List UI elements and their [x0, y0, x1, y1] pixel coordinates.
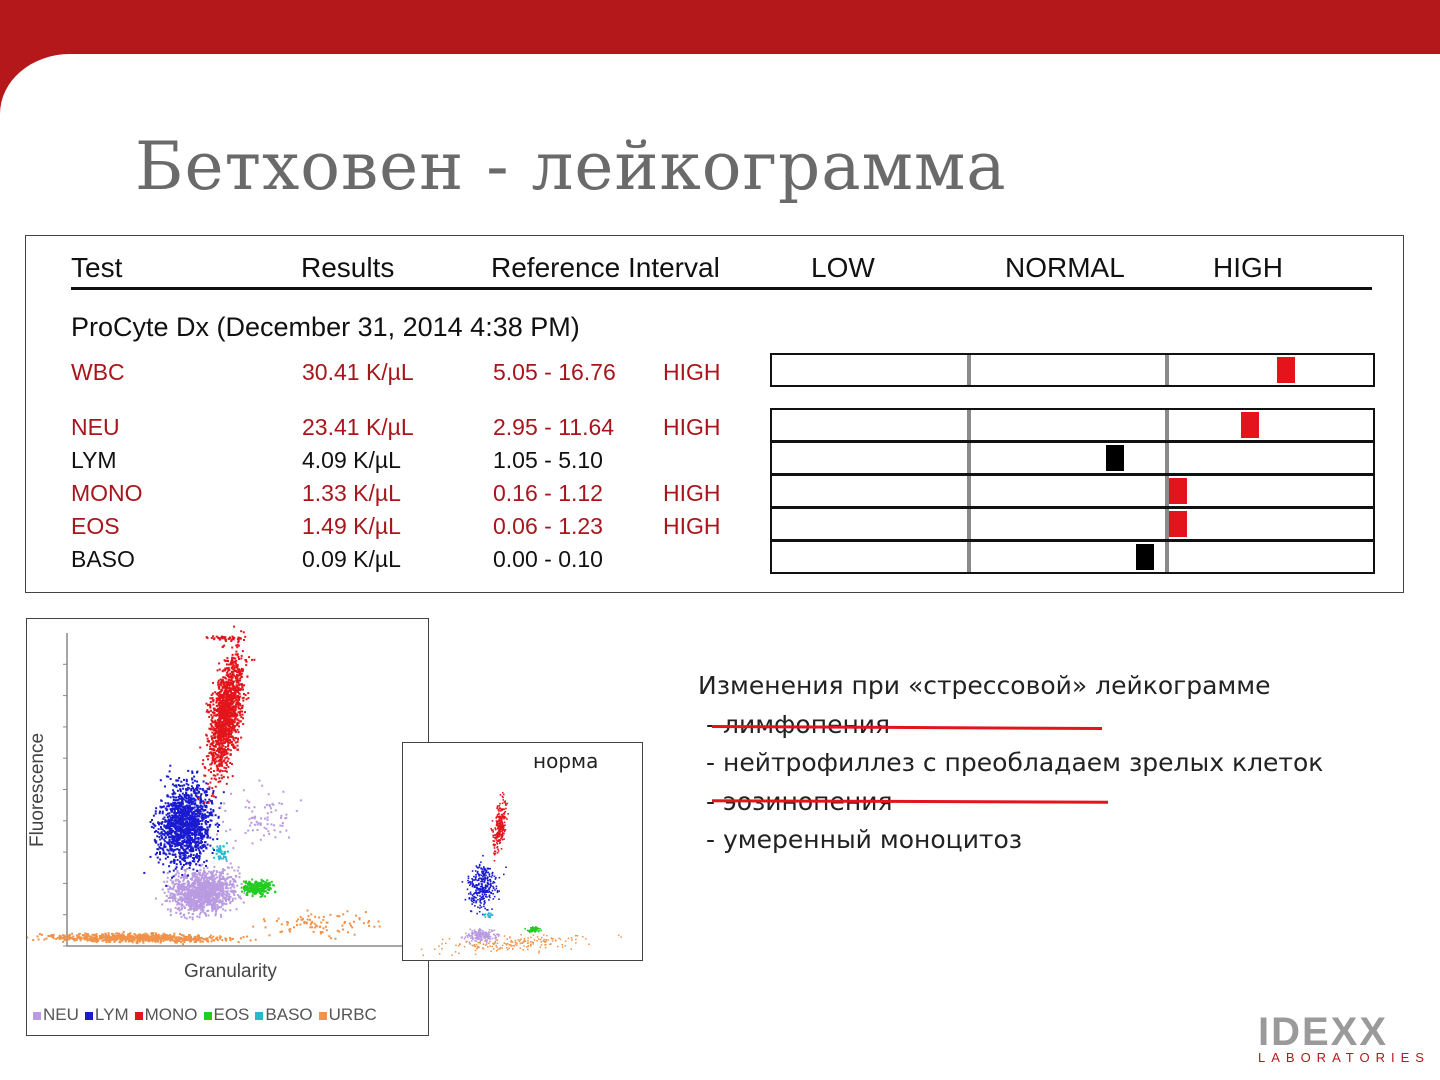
value-marker: [1168, 511, 1187, 537]
scatter-cluster: [154, 860, 246, 921]
row-result: 1.33 K/µL: [302, 480, 401, 506]
header-low: LOW: [811, 252, 875, 283]
header-test: Test: [71, 252, 123, 283]
range-boundary: [966, 509, 971, 539]
range-boundary: [966, 355, 971, 385]
legend-swatch: [318, 1011, 327, 1020]
scatter-cluster: [205, 635, 247, 641]
scatter-cluster: [483, 912, 494, 919]
instrument-label: ProCyte Dx (December 31, 2014 4:38 PM): [71, 312, 580, 342]
row-reference-range: 0.06 - 1.23: [493, 513, 603, 539]
top-banner: [0, 0, 1440, 54]
notes-heading: Изменения при «стрессовой» лейкограмме: [698, 671, 1271, 700]
scatter-cluster: [143, 764, 225, 887]
scatter-cluster: [252, 909, 381, 940]
scatter-cluster: [490, 791, 509, 862]
value-marker: [1105, 445, 1124, 471]
range-boundary: [1165, 542, 1170, 572]
scatter-plot-patient: Granularity Fluorescence NEU LYM MONO EOS BA…: [26, 618, 429, 1036]
logo-subtitle: LABORATORIES: [1258, 1050, 1430, 1065]
row-flag: HIGH: [663, 414, 721, 440]
x-axis-label: Granularity: [184, 961, 277, 982]
value-marker: [1276, 357, 1295, 383]
lab-report-table: Test Results Reference Interval LOW NORM…: [25, 235, 1404, 593]
scatter-plot-normal: норма: [402, 742, 643, 961]
scatter-legend: NEU LYM MONO EOS BASO URBC: [33, 1005, 383, 1025]
scatter-cluster: [198, 625, 256, 804]
value-marker: [1240, 412, 1259, 438]
row-test-name: BASO: [71, 546, 135, 572]
legend-label: URBC: [328, 1005, 377, 1024]
note-item: - нейтрофиллез с преобладаем зрелых клет…: [706, 748, 1324, 777]
range-boundary: [1165, 443, 1170, 473]
scatter-plot-normal-canvas: [420, 791, 622, 957]
row-flag: HIGH: [663, 480, 721, 506]
scatter-plot-patient-canvas: [26, 625, 407, 947]
normal-label: норма: [533, 749, 599, 773]
row-test-name: LYM: [71, 447, 117, 473]
legend-swatch: [255, 1011, 264, 1020]
row-test-name: NEU: [71, 414, 120, 440]
slide-title: Бетховен - лейкограмма: [135, 128, 1007, 205]
scatter-cluster: [524, 926, 542, 934]
range-boundary: [1165, 355, 1170, 385]
header-divider: [71, 287, 1372, 290]
legend-swatch: [134, 1011, 143, 1020]
scatter-cluster: [26, 930, 257, 946]
legend-swatch: [84, 1011, 93, 1020]
legend-label: BASO: [265, 1005, 313, 1024]
legend-label: EOS: [213, 1005, 250, 1024]
row-reference-range: 1.05 - 5.10: [493, 447, 603, 473]
notes-block: Изменения при «стрессовой» лейкограмме -…: [698, 667, 1323, 860]
scatter-cluster: [420, 934, 622, 957]
scatter-cluster: [240, 878, 277, 898]
row-result: 4.09 K/µL: [302, 447, 401, 473]
range-bar: [770, 507, 1375, 541]
row-flag: HIGH: [663, 513, 721, 539]
legend-swatch: [33, 1011, 41, 1020]
header-normal: NORMAL: [1005, 252, 1125, 283]
header-results: Results: [301, 252, 395, 283]
range-boundary: [966, 476, 971, 506]
legend-swatch: [203, 1011, 212, 1020]
row-reference-range: 0.16 - 1.12: [493, 480, 603, 506]
row-reference-range: 2.95 - 11.64: [493, 414, 615, 440]
header-high: HIGH: [1213, 252, 1283, 283]
range-boundary: [1165, 410, 1170, 440]
range-bar: [770, 540, 1375, 574]
row-test-name: WBC: [71, 359, 125, 385]
row-test-name: MONO: [71, 480, 143, 506]
legend-label: MONO: [144, 1005, 198, 1024]
row-test-name: EOS: [71, 513, 120, 539]
row-result: 23.41 K/µL: [302, 414, 414, 440]
row-result: 1.49 K/µL: [302, 513, 401, 539]
range-bar: [770, 408, 1375, 442]
range-bar: [770, 474, 1375, 508]
row-result: 0.09 K/µL: [302, 546, 401, 572]
row-reference-range: 0.00 - 0.10: [493, 546, 603, 572]
range-bar: [770, 353, 1375, 387]
range-boundary: [966, 410, 971, 440]
range-boundary: [966, 443, 971, 473]
row-result: 30.41 K/µL: [302, 359, 414, 385]
value-marker: [1135, 544, 1154, 570]
y-axis-label: Fluorescence: [27, 732, 49, 848]
legend-label: LYM: [94, 1005, 129, 1024]
legend-label: NEU: [43, 1005, 79, 1024]
note-item: - умеренный моноцитоз: [706, 825, 1023, 854]
scatter-cluster: [216, 779, 302, 850]
scatter-cluster: [461, 854, 507, 916]
header-reference: Reference Interval: [491, 252, 720, 283]
scatter-cluster: [212, 842, 229, 861]
idexx-logo: IDEXX LABORATORIES: [1258, 1010, 1430, 1066]
logo-wordmark: IDEXX: [1258, 1010, 1389, 1054]
range-boundary: [966, 542, 971, 572]
row-flag: HIGH: [663, 359, 721, 385]
range-bar: [770, 441, 1375, 475]
value-marker: [1168, 478, 1187, 504]
row-reference-range: 5.05 - 16.76: [493, 359, 616, 385]
